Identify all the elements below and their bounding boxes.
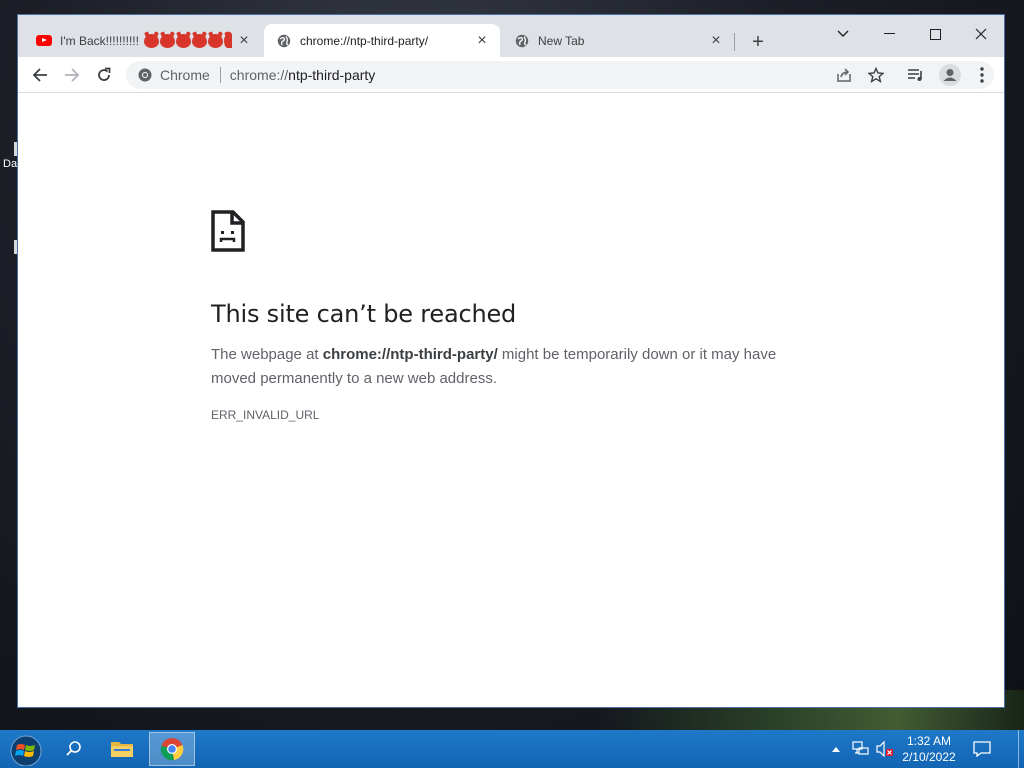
tab-title: New Tab bbox=[538, 33, 585, 48]
start-button[interactable] bbox=[8, 734, 44, 767]
avatar-icon bbox=[939, 64, 961, 86]
devil-emoji-icon bbox=[176, 33, 191, 48]
chevron-up-icon bbox=[832, 747, 840, 752]
chrome-logo-icon bbox=[138, 68, 152, 82]
devil-emoji-icon bbox=[208, 33, 223, 48]
kebab-menu-icon bbox=[980, 67, 984, 83]
close-window-button[interactable] bbox=[958, 20, 1004, 48]
clock-time[interactable]: 1:32 AM bbox=[900, 734, 958, 748]
network-button[interactable] bbox=[848, 732, 874, 766]
site-info-chip[interactable]: Chrome bbox=[138, 67, 210, 83]
tab-close-icon[interactable]: × bbox=[474, 32, 490, 49]
star-icon bbox=[868, 67, 884, 83]
tab-search-button[interactable] bbox=[820, 20, 866, 48]
volume-muted-icon bbox=[876, 741, 893, 757]
devil-emoji-icon bbox=[224, 33, 232, 48]
error-title: This site can’t be reached bbox=[211, 300, 517, 328]
tab-new-tab[interactable]: New Tab × bbox=[502, 24, 734, 57]
chrome-icon bbox=[160, 738, 184, 761]
profile-button[interactable] bbox=[936, 61, 964, 89]
arrow-right-icon bbox=[65, 68, 80, 82]
tab-title: chrome://ntp-third-party/ bbox=[300, 33, 429, 48]
chrome-taskbar-button[interactable] bbox=[149, 732, 195, 766]
search-button[interactable] bbox=[52, 732, 96, 766]
network-icon bbox=[852, 741, 869, 755]
reload-icon bbox=[98, 67, 111, 81]
address-bar[interactable]: Chrome chrome://ntp-third-party bbox=[126, 61, 994, 89]
bookmark-button[interactable] bbox=[862, 61, 890, 89]
tab-separator bbox=[734, 33, 735, 51]
omnibox-divider bbox=[219, 67, 221, 83]
arrow-left-icon bbox=[32, 68, 47, 82]
close-icon bbox=[975, 28, 987, 40]
chevron-down-icon bbox=[837, 30, 849, 37]
chrome-window: I'm Back!!!!!!!!!!! × chrome://ntp-third… bbox=[18, 15, 1004, 707]
devil-emoji-icon bbox=[160, 33, 175, 48]
windows-logo-icon bbox=[10, 735, 42, 767]
tab-ntp-third-party[interactable]: chrome://ntp-third-party/ × bbox=[264, 24, 500, 57]
url-text[interactable]: chrome://ntp-third-party bbox=[230, 67, 376, 83]
folder-icon bbox=[111, 742, 133, 757]
globe-icon bbox=[276, 33, 292, 49]
globe-icon bbox=[514, 33, 530, 49]
sad-document-icon bbox=[211, 210, 245, 252]
minimize-icon bbox=[883, 33, 895, 34]
share-button[interactable] bbox=[830, 61, 858, 89]
error-description: The webpage at chrome://ntp-third-party/… bbox=[211, 346, 777, 387]
tab-youtube[interactable]: I'm Back!!!!!!!!!!! × bbox=[24, 24, 262, 57]
tab-strip: I'm Back!!!!!!!!!!! × chrome://ntp-third… bbox=[18, 15, 1004, 57]
minimize-button[interactable] bbox=[866, 20, 912, 48]
desktop-icon-edge bbox=[14, 142, 17, 156]
error-page: This site can’t be reached The webpage a… bbox=[18, 93, 1004, 707]
site-chip-label: Chrome bbox=[160, 67, 210, 83]
maximize-icon bbox=[929, 28, 941, 40]
playlist-icon bbox=[908, 69, 922, 81]
notification-icon bbox=[973, 741, 991, 757]
maximize-button[interactable] bbox=[912, 20, 958, 48]
back-button[interactable] bbox=[26, 61, 54, 89]
tab-close-icon[interactable]: × bbox=[708, 32, 724, 49]
media-control-button[interactable] bbox=[902, 61, 930, 89]
clock-date[interactable]: 2/10/2022 bbox=[898, 750, 960, 764]
menu-button[interactable] bbox=[968, 61, 996, 89]
browser-toolbar: Chrome chrome://ntp-third-party bbox=[18, 57, 1004, 93]
action-center-button[interactable] bbox=[966, 732, 998, 766]
desktop-icon-label[interactable]: Da bbox=[3, 158, 17, 170]
show-desktop-button[interactable] bbox=[1018, 730, 1024, 768]
search-icon bbox=[66, 741, 81, 756]
taskbar: 1:32 AM 2/10/2022 bbox=[0, 730, 1024, 768]
devil-emoji-icon bbox=[144, 33, 159, 48]
share-icon bbox=[837, 68, 851, 82]
volume-button[interactable] bbox=[872, 732, 898, 766]
error-code: ERR_INVALID_URL bbox=[211, 408, 320, 422]
tab-close-icon[interactable]: × bbox=[236, 32, 252, 49]
forward-button[interactable] bbox=[58, 61, 86, 89]
youtube-icon bbox=[36, 33, 52, 49]
error-url: chrome://ntp-third-party/ bbox=[322, 346, 498, 363]
tab-title: I'm Back!!!!!!!!!!! bbox=[60, 33, 140, 48]
show-hidden-icons-button[interactable] bbox=[826, 732, 846, 766]
file-explorer-button[interactable] bbox=[100, 732, 144, 766]
reload-button[interactable] bbox=[90, 61, 118, 89]
devil-emoji-icon bbox=[192, 33, 207, 48]
devil-emoji-row bbox=[144, 33, 232, 48]
new-tab-button[interactable]: + bbox=[746, 31, 770, 55]
desktop-icon-edge bbox=[14, 240, 17, 254]
